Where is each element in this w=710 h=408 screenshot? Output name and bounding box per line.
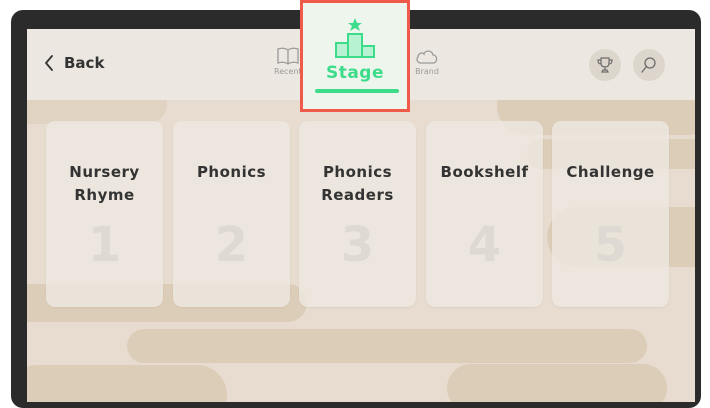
card-phonics[interactable]: Phonics 2: [173, 121, 290, 307]
chevron-left-icon: [45, 55, 53, 71]
trophy-icon: [597, 57, 613, 73]
tab-stage[interactable]: Stage: [300, 0, 410, 112]
stage-cards: Nursery Rhyme 1 Phonics 2 Phonics Reader…: [46, 121, 686, 307]
book-icon: [277, 47, 299, 65]
podium-icon: [335, 18, 375, 58]
trophy-button[interactable]: [589, 49, 621, 81]
card-nursery-rhyme[interactable]: Nursery Rhyme 1: [46, 121, 163, 307]
card-number: 2: [214, 217, 249, 273]
card-title: Nursery Rhyme: [69, 163, 140, 204]
card-title: Phonics: [196, 163, 267, 181]
cloud-icon: [416, 50, 438, 64]
card-phonics-readers[interactable]: Phonics Readers 3: [299, 121, 416, 307]
card-number: 1: [87, 217, 122, 273]
card-number: 3: [340, 217, 375, 273]
background-shape: [447, 364, 667, 402]
search-button[interactable]: [633, 49, 665, 81]
search-icon: [641, 57, 656, 73]
card-number: 5: [593, 217, 628, 273]
card-challenge[interactable]: Challenge 5: [552, 121, 669, 307]
tab-brand[interactable]: Brand: [415, 47, 439, 76]
card-title: Challenge: [566, 163, 655, 181]
card-number: 4: [467, 217, 502, 273]
back-button[interactable]: Back: [44, 51, 104, 75]
tab-stage-label: Stage: [325, 63, 385, 83]
tab-recent-label: Recent: [274, 67, 302, 76]
card-bookshelf[interactable]: Bookshelf 4: [426, 121, 543, 307]
background-shape: [127, 329, 647, 363]
card-title: Phonics Readers: [321, 163, 394, 204]
selected-tab-indicator: [315, 89, 399, 93]
tab-recent[interactable]: Recent: [274, 47, 302, 76]
back-label: Back: [64, 54, 105, 72]
card-title: Bookshelf: [440, 163, 529, 181]
background-shape: [27, 365, 227, 402]
tab-brand-label: Brand: [415, 67, 439, 76]
